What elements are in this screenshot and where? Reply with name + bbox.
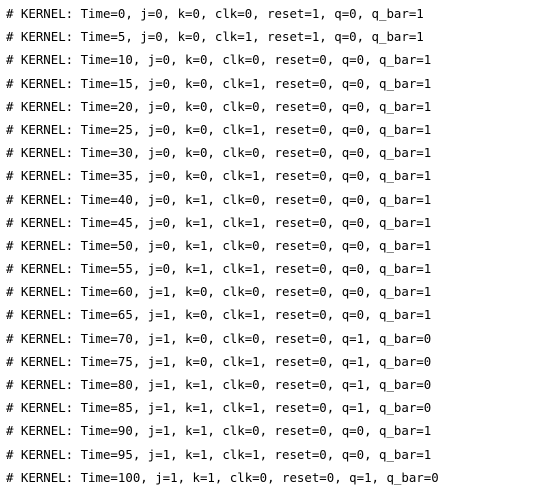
console-line: # KERNEL: Time=15, j=0, k=0, clk=1, rese… — [6, 75, 432, 91]
console-line: # KERNEL: Time=90, j=1, k=1, clk=0, rese… — [6, 423, 432, 439]
console-line: # KERNEL: Time=70, j=1, k=0, clk=0, rese… — [6, 330, 432, 346]
console-line: # KERNEL: Time=0, j=0, k=0, clk=0, reset… — [6, 6, 424, 21]
console-line: # KERNEL: Time=25, j=0, k=0, clk=1, rese… — [6, 121, 432, 137]
console-line: # KERNEL: Time=100, j=1, k=1, clk=0, res… — [6, 469, 439, 485]
console-line: # KERNEL: Time=85, j=1, k=1, clk=1, rese… — [6, 400, 432, 416]
console-line: # KERNEL: Time=95, j=1, k=1, clk=1, rese… — [6, 446, 432, 462]
console-line: # KERNEL: Time=65, j=1, k=0, clk=1, rese… — [6, 307, 432, 323]
console-line: # KERNEL: Time=75, j=1, k=0, clk=1, rese… — [6, 353, 432, 369]
console-line: # KERNEL: Time=10, j=0, k=0, clk=0, rese… — [6, 52, 432, 68]
console-line: # KERNEL: Time=35, j=0, k=0, clk=1, rese… — [6, 168, 432, 184]
console-line: # KERNEL: Time=5, j=0, k=0, clk=1, reset… — [6, 29, 424, 45]
console-line: # KERNEL: Time=60, j=1, k=0, clk=0, rese… — [6, 284, 432, 300]
console-line: # KERNEL: Time=40, j=0, k=1, clk=0, rese… — [6, 191, 432, 207]
console-line: # KERNEL: Time=80, j=1, k=1, clk=0, rese… — [6, 377, 432, 392]
console-line: # KERNEL: Time=30, j=0, k=0, clk=0, rese… — [6, 145, 432, 161]
console-output: # KERNEL: Time=0, j=0, k=0, clk=0, reset… — [6, 2, 544, 488]
console-line: # KERNEL: Time=55, j=0, k=1, clk=1, rese… — [6, 261, 432, 277]
console-line: # KERNEL: Time=45, j=0, k=1, clk=1, rese… — [6, 214, 432, 230]
console-line: # KERNEL: Time=50, j=0, k=1, clk=0, rese… — [6, 237, 432, 253]
console-line: # KERNEL: Time=20, j=0, k=0, clk=0, rese… — [6, 98, 432, 114]
